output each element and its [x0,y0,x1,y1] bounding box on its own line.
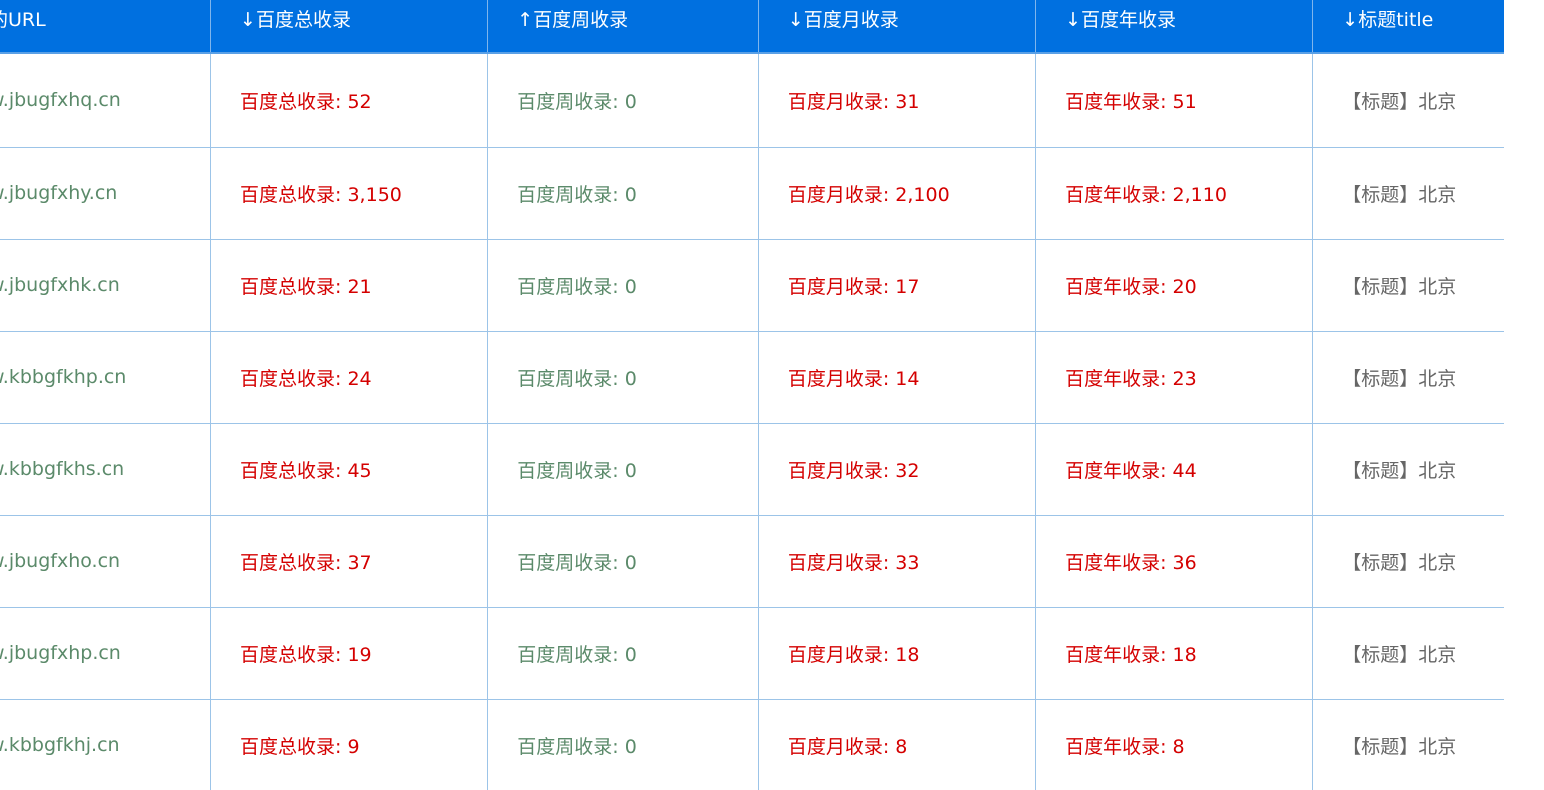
site-url-link[interactable]: w.kbbgfkhs.cn [0,423,211,516]
baidu-month-index-cell: 百度月收录: 2,100 [757,147,1036,240]
baidu-week-index-cell: 百度周收录: 0 [487,331,759,424]
column-header-baidu-year-sort[interactable]: ↓百度年收录 [1035,0,1313,54]
baidu-week-index-cell: 百度周收录: 0 [487,239,759,332]
table-header-row: 的URL ↓百度总收录 ↑百度周收录 ↓百度月收录 ↓百度年收录 ↓标题titl… [0,0,1504,54]
baidu-week-index-cell: 百度周收录: 0 [487,515,759,608]
baidu-week-index-cell: 百度周收录: 0 [487,147,759,240]
baidu-week-index-cell: 百度周收录: 0 [487,607,759,700]
site-url-link[interactable]: w.kbbgfkhj.cn [0,699,211,790]
baidu-month-index-cell: 百度月收录: 17 [757,239,1036,332]
baidu-total-index-cell: 百度总收录: 9 [210,699,488,790]
baidu-total-index-cell: 百度总收录: 19 [210,607,488,700]
column-header-title-sort[interactable]: ↓标题title [1312,0,1504,54]
baidu-month-index-cell: 百度月收录: 18 [757,607,1036,700]
table-row: w.kbbgfkhs.cn 百度总收录: 45 百度周收录: 0 百度月收录: 32 百… [0,423,1504,516]
site-url-link[interactable]: w.kbbgfkhp.cn [0,331,211,424]
column-header-url[interactable]: 的URL [0,0,211,54]
baidu-month-index-cell: 百度月收录: 33 [757,515,1036,608]
site-url-link[interactable]: w.jbugfxhy.cn [0,147,211,240]
column-header-baidu-month-sort[interactable]: ↓百度月收录 [757,0,1036,54]
baidu-week-index-cell: 百度周收录: 0 [487,699,759,790]
table-row: w.jbugfxho.cn 百度总收录: 37 百度周收录: 0 百度月收录: 33 百… [0,515,1504,608]
site-url-link[interactable]: w.jbugfxho.cn [0,515,211,608]
table-row: w.jbugfxhp.cn 百度总收录: 19 百度周收录: 0 百度月收录: 18 百… [0,607,1504,700]
baidu-total-index-cell: 百度总收录: 3,150 [210,147,488,240]
table-row: w.jbugfxhy.cn 百度总收录: 3,150 百度周收录: 0 百度月收录: … [0,147,1504,240]
page-title-cell: 【标题】北京 [1312,423,1504,516]
baidu-month-index-cell: 百度月收录: 8 [757,699,1036,790]
baidu-year-index-cell: 百度年收录: 23 [1035,331,1313,424]
table-row: w.jbugfxhk.cn 百度总收录: 21 百度周收录: 0 百度月收录: 17 百… [0,239,1504,332]
baidu-year-index-cell: 百度年收录: 44 [1035,423,1313,516]
table-row: w.jbugfxhq.cn 百度总收录: 52 百度周收录: 0 百度月收录: 31 百… [0,53,1504,148]
table-row: w.kbbgfkhp.cn 百度总收录: 24 百度周收录: 0 百度月收录: 14 百… [0,331,1504,424]
baidu-week-index-cell: 百度周收录: 0 [487,53,759,148]
baidu-year-index-cell: 百度年收录: 18 [1035,607,1313,700]
baidu-year-index-cell: 百度年收录: 36 [1035,515,1313,608]
baidu-year-index-cell: 百度年收录: 51 [1035,53,1313,148]
page-title-cell: 【标题】北京 [1312,331,1504,424]
site-url-link[interactable]: w.jbugfxhk.cn [0,239,211,332]
table-body: w.jbugfxhq.cn 百度总收录: 52 百度周收录: 0 百度月收录: 31 百… [0,53,1504,790]
table-row: w.kbbgfkhj.cn 百度总收录: 9 百度周收录: 0 百度月收录: 8 百度年… [0,699,1504,790]
baidu-year-index-cell: 百度年收录: 2,110 [1035,147,1313,240]
page-title-cell: 【标题】北京 [1312,147,1504,240]
site-url-link[interactable]: w.jbugfxhp.cn [0,607,211,700]
seo-index-table: 的URL ↓百度总收录 ↑百度周收录 ↓百度月收录 ↓百度年收录 ↓标题titl… [0,0,1504,790]
baidu-total-index-cell: 百度总收录: 21 [210,239,488,332]
baidu-month-index-cell: 百度月收录: 32 [757,423,1036,516]
page-title-cell: 【标题】北京 [1312,53,1504,148]
page-title-cell: 【标题】北京 [1312,607,1504,700]
page-title-cell: 【标题】北京 [1312,515,1504,608]
site-url-link[interactable]: w.jbugfxhq.cn [0,53,211,148]
seo-table-container: 的URL ↓百度总收录 ↑百度周收录 ↓百度月收录 ↓百度年收录 ↓标题titl… [0,0,1544,790]
baidu-month-index-cell: 百度月收录: 31 [757,53,1036,148]
baidu-total-index-cell: 百度总收录: 45 [210,423,488,516]
baidu-total-index-cell: 百度总收录: 52 [210,53,488,148]
page-title-cell: 【标题】北京 [1312,239,1504,332]
baidu-week-index-cell: 百度周收录: 0 [487,423,759,516]
baidu-total-index-cell: 百度总收录: 37 [210,515,488,608]
page-title-cell: 【标题】北京 [1312,699,1504,790]
baidu-year-index-cell: 百度年收录: 8 [1035,699,1313,790]
baidu-total-index-cell: 百度总收录: 24 [210,331,488,424]
baidu-year-index-cell: 百度年收录: 20 [1035,239,1313,332]
baidu-month-index-cell: 百度月收录: 14 [757,331,1036,424]
column-header-baidu-total-sort[interactable]: ↓百度总收录 [210,0,488,54]
column-header-baidu-week-sort[interactable]: ↑百度周收录 [487,0,759,54]
